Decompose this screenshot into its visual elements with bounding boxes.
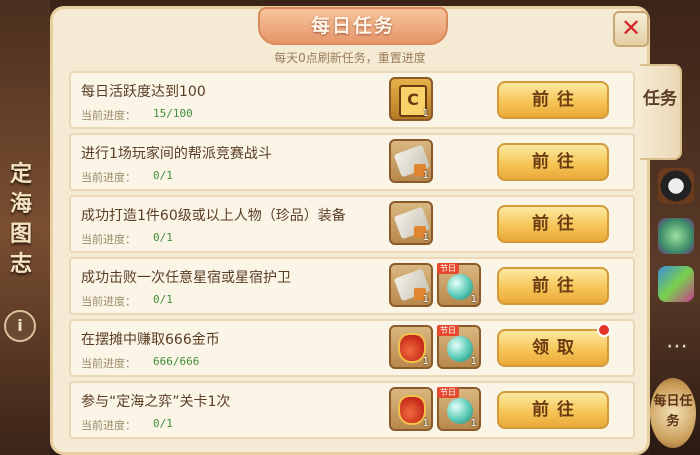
orb-icon-glyph (447, 274, 473, 300)
daily-task-dialog: 每日任务 ✕ 每天0点刷新任务，重置进度 每日活跃度达到100 当前进度： 15… (50, 6, 650, 455)
task-name: 进行1场玩家间的帮派竞赛战斗 (81, 146, 272, 162)
reward-qty: 1 (422, 232, 429, 243)
festival-tag: 节日 (437, 325, 459, 336)
orb-icon-glyph (447, 336, 473, 362)
orb-icon[interactable]: 节日 1 (437, 387, 481, 431)
close-icon: ✕ (620, 14, 642, 42)
progress-label: 当前进度： (81, 109, 136, 122)
orb-icon[interactable]: 节日 1 (437, 263, 481, 307)
refresh-note: 每天0点刷新任务，重置进度 (274, 51, 426, 65)
info-icon[interactable]: i (4, 310, 36, 342)
task-row: 进行1场玩家间的帮派竞赛战斗 当前进度： 0/1 1 前往 (69, 133, 635, 191)
yin-yang-icon[interactable] (658, 168, 694, 204)
orb-shortcut-icon[interactable] (658, 218, 694, 254)
go-button[interactable]: 前往 (497, 143, 609, 181)
progress-value: 666/666 (153, 355, 200, 368)
bag-icon[interactable]: 1 (389, 387, 433, 431)
task-name: 成功击败一次任意星宿或星宿护卫 (81, 270, 291, 286)
festival-tag: 节日 (437, 263, 459, 274)
task-row: 每日活跃度达到100 当前进度： 15/100 C1 前往 (69, 71, 635, 129)
task-row: 在摆摊中赚取666金币 当前进度： 666/666 1 节日 1 领取 (69, 319, 635, 377)
orb-icon-glyph (447, 398, 473, 424)
tab-tasks[interactable]: 任务 (640, 64, 682, 160)
progress-value: 0/1 (153, 169, 173, 182)
progress-label: 当前进度： (81, 357, 136, 370)
task-name: 成功打造1件60级或以上人物（珍品）装备 (81, 208, 346, 224)
reward-qty: 1 (422, 108, 429, 119)
page-title: 每日任务 (310, 15, 395, 37)
go-button[interactable]: 前往 (497, 205, 609, 243)
reward-qty: 1 (422, 418, 429, 429)
progress-value: 0/1 (153, 231, 173, 244)
close-button[interactable]: ✕ (613, 11, 649, 47)
task-row: 成功击败一次任意星宿或星宿护卫 当前进度： 0/1 1 节日 1 前往 (69, 257, 635, 315)
progress-label: 当前进度： (81, 295, 136, 308)
task-name: 在摆摊中赚取666金币 (81, 332, 220, 348)
notification-dot (597, 323, 611, 337)
go-button[interactable]: 前往 (497, 81, 609, 119)
daily-task-shortcut[interactable]: 每日任务 (650, 378, 696, 448)
scroll-icon[interactable]: 1 (389, 263, 433, 307)
cards-shortcut-icon[interactable] (658, 266, 694, 302)
festival-tag: 节日 (437, 387, 459, 398)
title-plate: 每日任务 (258, 7, 448, 45)
orb-icon[interactable]: 节日 1 (437, 325, 481, 369)
map-guide-label[interactable]: 定海图志 (4, 160, 38, 280)
reward-qty: 1 (422, 294, 429, 305)
progress-label: 当前进度： (81, 233, 136, 246)
bag-icon[interactable]: 1 (389, 325, 433, 369)
reward-qty: 1 (470, 418, 477, 429)
progress-value: 0/1 (153, 417, 173, 430)
background-left-panel: 定海图志 i (0, 0, 50, 455)
claim-button[interactable]: 领取 (497, 329, 609, 367)
scroll-icon[interactable]: 1 (389, 139, 433, 183)
task-row: 成功打造1件60级或以上人物（珍品）装备 当前进度： 0/1 1 前往 (69, 195, 635, 253)
tab-tasks-label: 任务 (643, 89, 677, 109)
reward-qty: 1 (422, 170, 429, 181)
title-ribbon: 每日任务 ✕ (53, 7, 649, 47)
task-name: 每日活跃度达到100 (81, 84, 206, 100)
task-name: 参与“定海之弈”关卡1次 (81, 394, 231, 410)
progress-value: 15/100 (153, 107, 193, 120)
scroll-icon[interactable]: 1 (389, 201, 433, 245)
task-row: 参与“定海之弈”关卡1次 当前进度： 0/1 1 节日 1 前往 (69, 381, 635, 439)
card-icon[interactable]: C1 (389, 77, 433, 121)
progress-label: 当前进度： (81, 171, 136, 184)
reward-qty: 1 (470, 294, 477, 305)
go-button[interactable]: 前往 (497, 391, 609, 429)
reward-qty: 1 (470, 356, 477, 367)
progress-label: 当前进度： (81, 419, 136, 432)
task-list: 每日活跃度达到100 当前进度： 15/100 C1 前往 进行1场玩家间的帮派… (69, 71, 635, 443)
go-button[interactable]: 前往 (497, 267, 609, 305)
progress-value: 0/1 (153, 293, 173, 306)
more-icon[interactable]: ⋯ (662, 334, 692, 359)
reward-qty: 1 (422, 356, 429, 367)
